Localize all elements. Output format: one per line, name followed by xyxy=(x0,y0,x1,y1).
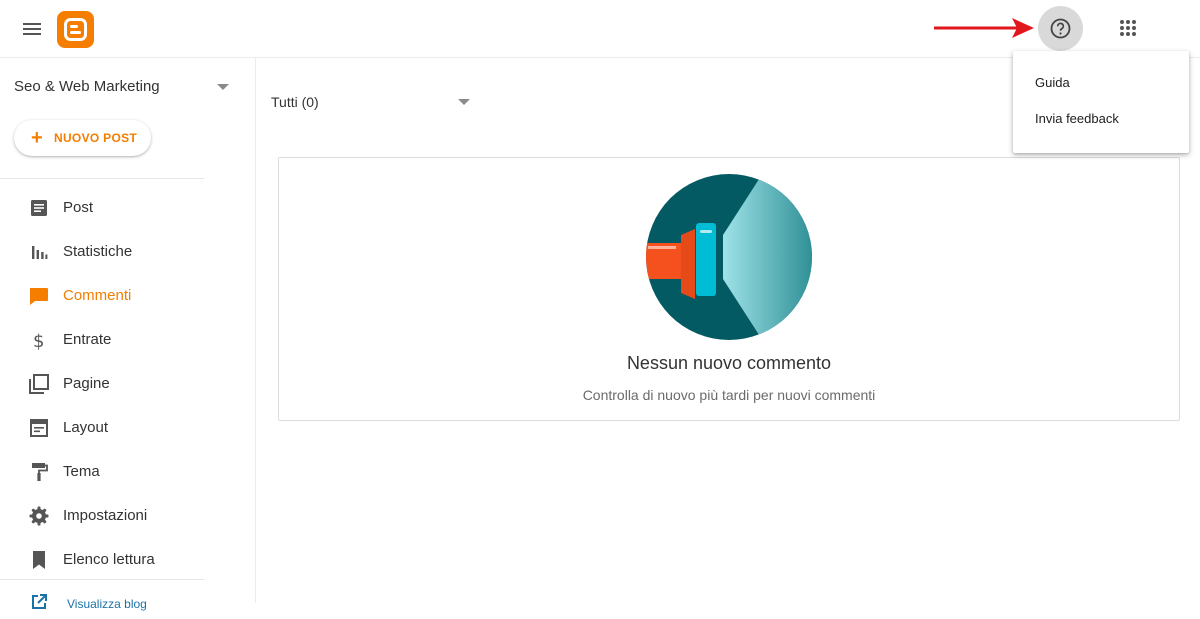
stats-icon xyxy=(32,246,48,259)
sidebar-item-label: Pagine xyxy=(63,375,110,392)
sidebar-item-label: Post xyxy=(63,199,94,216)
sidebar-item-label: Impostazioni xyxy=(63,507,148,524)
comments-filter-dropdown[interactable]: Tutti (0) xyxy=(270,88,480,118)
help-circle-icon xyxy=(1050,18,1071,39)
sidebar-divider xyxy=(0,579,204,580)
sidebar-item-entrate[interactable]: $ Entrate xyxy=(0,320,240,360)
layout-icon xyxy=(30,419,48,437)
dollar-icon: $ xyxy=(33,331,44,351)
megaphone-illustration-icon xyxy=(646,174,812,340)
apps-grid-icon xyxy=(1120,20,1136,36)
sidebar-item-impostazioni[interactable]: Impostazioni xyxy=(0,496,240,536)
sidebar-item-tema[interactable]: Tema xyxy=(0,452,240,492)
sidebar: Seo & Web Marketing + NUOVO POST Post St… xyxy=(0,58,256,611)
sidebar-item-label: Statistiche xyxy=(63,243,133,260)
menu-item-guida[interactable]: Guida xyxy=(1013,65,1189,101)
sidebar-item-pagine[interactable]: Pagine xyxy=(0,364,240,404)
paint-roller-icon xyxy=(32,463,48,481)
apps-button[interactable] xyxy=(1110,10,1146,46)
menu-item-invia-feedback[interactable]: Invia feedback xyxy=(1013,101,1189,137)
view-blog-label: Visualizza blog xyxy=(67,597,147,611)
sidebar-item-layout[interactable]: Layout xyxy=(0,408,240,448)
empty-state-subtitle: Controlla di nuovo più tardi per nuovi c… xyxy=(582,387,876,403)
help-button[interactable] xyxy=(1038,6,1083,51)
bookmark-icon xyxy=(33,551,45,569)
new-post-button[interactable]: + NUOVO POST xyxy=(14,120,151,156)
empty-comments-card: Nessun nuovo commento Controlla di nuovo… xyxy=(278,157,1180,421)
empty-state-title: Nessun nuovo commento xyxy=(626,353,832,373)
caret-down-icon xyxy=(458,99,470,105)
pages-icon xyxy=(29,374,49,394)
sidebar-item-post[interactable]: Post xyxy=(0,188,240,228)
sidebar-item-label: Elenco lettura xyxy=(63,551,155,568)
plus-icon: + xyxy=(31,127,43,149)
sidebar-item-label: Entrate xyxy=(63,331,112,348)
blog-selector[interactable]: Seo & Web Marketing xyxy=(0,70,240,104)
filter-value: Tutti (0) xyxy=(271,94,319,110)
new-post-label: NUOVO POST xyxy=(54,131,138,145)
hamburger-icon[interactable] xyxy=(18,15,46,43)
blogger-logo-icon[interactable] xyxy=(57,11,94,48)
red-arrow-icon xyxy=(934,18,1034,38)
comment-icon xyxy=(30,288,48,305)
view-blog-link[interactable]: Visualizza blog xyxy=(0,589,240,619)
svg-text:$: $ xyxy=(33,331,44,351)
sidebar-item-label: Commenti xyxy=(63,287,132,304)
post-icon xyxy=(31,200,47,216)
sidebar-item-label: Tema xyxy=(63,463,100,480)
sidebar-item-elenco-lettura[interactable]: Elenco lettura xyxy=(0,540,240,580)
sidebar-divider xyxy=(0,178,204,179)
sidebar-item-statistiche[interactable]: Statistiche xyxy=(0,232,240,272)
sidebar-item-label: Layout xyxy=(63,419,109,436)
help-menu: Guida Invia feedback xyxy=(1013,51,1189,153)
gear-icon xyxy=(29,506,49,526)
caret-down-icon xyxy=(217,84,229,90)
open-external-icon xyxy=(32,594,47,609)
top-bar xyxy=(0,0,1200,58)
blog-name: Seo & Web Marketing xyxy=(14,78,160,95)
sidebar-item-commenti[interactable]: Commenti xyxy=(0,276,240,316)
